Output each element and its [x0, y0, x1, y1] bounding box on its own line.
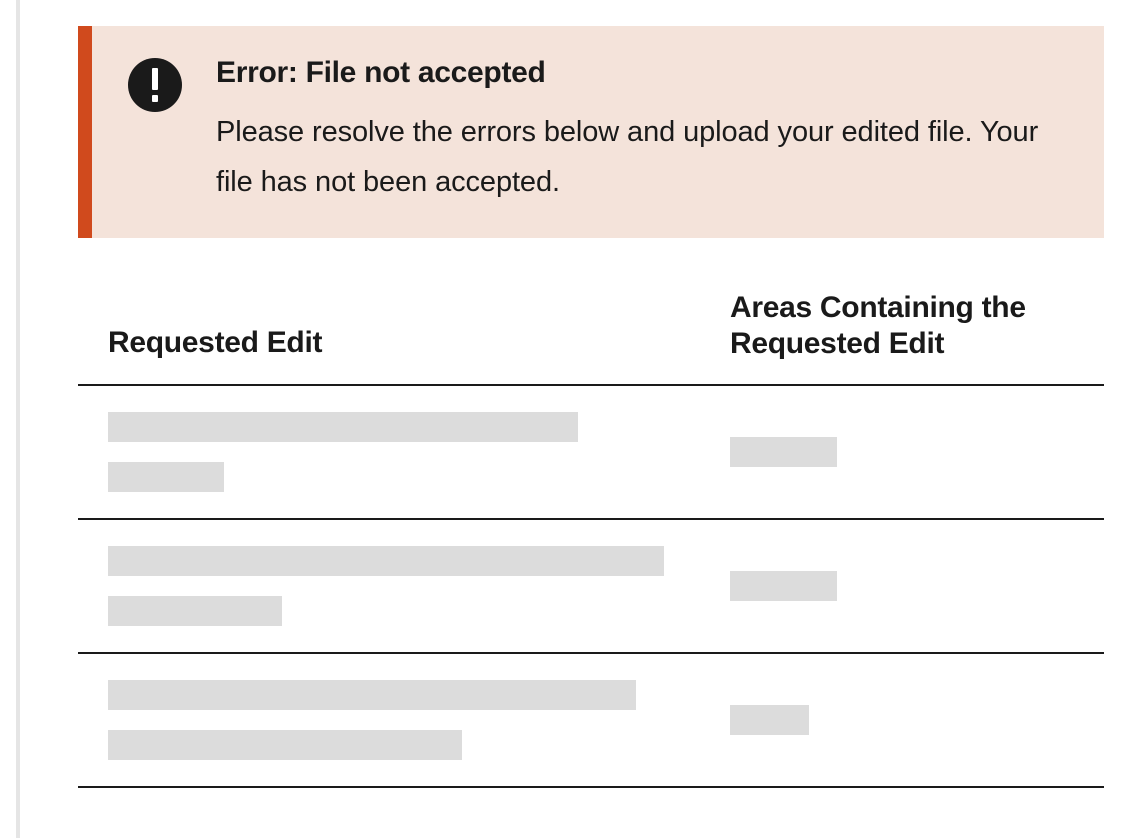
cell-requested-edit [108, 680, 730, 760]
alert-message: Please resolve the errors below and uplo… [216, 108, 1064, 208]
column-header-requested-edit: Requested Edit [108, 326, 730, 362]
column-header-areas: Areas Containing the Requested Edit [730, 290, 1074, 362]
placeholder-bar [108, 546, 664, 576]
exclamation-icon [128, 58, 182, 112]
alert-title: Error: File not accepted [216, 56, 1064, 90]
error-alert: Error: File not accepted Please resolve … [78, 26, 1104, 238]
placeholder-bar [108, 680, 636, 710]
table-header: Requested Edit Areas Containing the Requ… [78, 290, 1104, 386]
cell-areas [730, 571, 1074, 601]
cell-areas [730, 437, 1074, 467]
left-rail-divider [16, 0, 20, 838]
table-row [78, 386, 1104, 520]
placeholder-bar [108, 730, 462, 760]
cell-areas [730, 705, 1074, 735]
placeholder-bar [730, 437, 837, 467]
alert-body: Error: File not accepted Please resolve … [216, 56, 1064, 208]
edits-table: Requested Edit Areas Containing the Requ… [78, 290, 1104, 788]
placeholder-bar [108, 462, 224, 492]
cell-requested-edit [108, 412, 730, 492]
placeholder-bar [108, 412, 578, 442]
table-row [78, 654, 1104, 788]
table-body [78, 386, 1104, 788]
table-row [78, 520, 1104, 654]
cell-requested-edit [108, 546, 730, 626]
placeholder-bar [730, 571, 837, 601]
placeholder-bar [730, 705, 809, 735]
placeholder-bar [108, 596, 282, 626]
main-content: Error: File not accepted Please resolve … [78, 0, 1130, 788]
